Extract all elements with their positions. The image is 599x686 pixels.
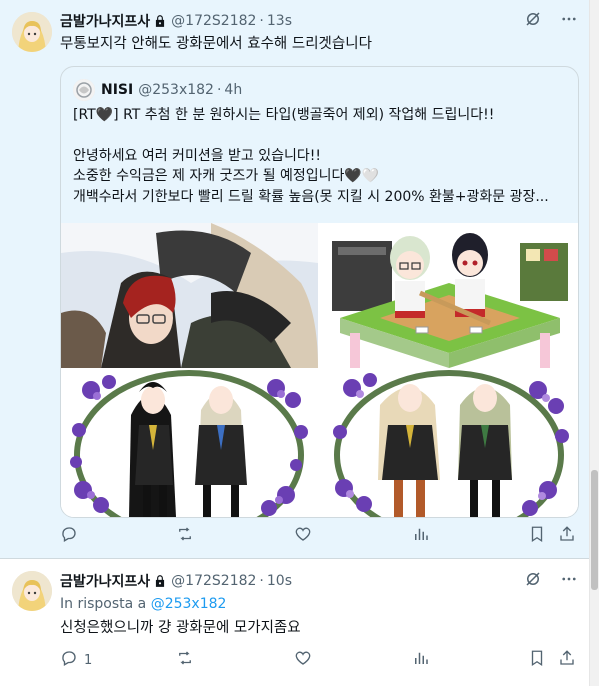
reply-button[interactable] bbox=[60, 525, 84, 547]
display-name[interactable]: 금발가나지프사 bbox=[60, 571, 150, 591]
like-button[interactable] bbox=[294, 649, 312, 671]
quote-line: 소중한 수익금은 제 자캐 굿즈가 될 예정입니다🖤🤍 bbox=[73, 168, 380, 184]
user-handle[interactable]: @172S2182 bbox=[171, 13, 256, 29]
share-icon bbox=[558, 525, 576, 547]
lock-icon bbox=[153, 14, 167, 28]
grok-icon[interactable] bbox=[524, 10, 542, 32]
quote-line: [RT🖤] RT 추첨 한 분 원하시는 타입(뱅골죽어 제외) 작업해 드립니… bbox=[73, 107, 495, 123]
user-avatar[interactable] bbox=[12, 571, 52, 611]
repost-icon bbox=[176, 649, 194, 671]
quote-avatar bbox=[73, 79, 95, 101]
quote-timestamp: 4h bbox=[224, 82, 243, 98]
share-button[interactable] bbox=[558, 649, 576, 671]
scrollbar[interactable] bbox=[589, 0, 599, 686]
like-icon bbox=[294, 525, 312, 547]
like-button[interactable] bbox=[294, 525, 312, 547]
views-icon bbox=[412, 525, 430, 547]
share-icon bbox=[558, 649, 576, 671]
views-button[interactable] bbox=[412, 649, 430, 671]
timestamp[interactable]: 10s bbox=[267, 573, 292, 589]
scrollbar-thumb[interactable] bbox=[591, 470, 598, 590]
repost-button[interactable] bbox=[176, 525, 194, 547]
quote-line: 개백수라서 기한보다 빨리 드릴 확률 높음(못 지킬 시 200% 환불+광화… bbox=[73, 188, 549, 205]
user-handle[interactable]: @172S2182 bbox=[171, 573, 256, 589]
views-button[interactable] bbox=[412, 525, 430, 547]
tweet-header: 금발가나지프사 @172S2182 · 10s bbox=[60, 570, 578, 592]
reply-prefix: In risposta a bbox=[60, 596, 147, 612]
reply-button[interactable]: 1 bbox=[60, 649, 92, 671]
quote-line: 안녕하세요 여러 커미션을 받고 있습니다!! bbox=[73, 147, 321, 164]
bookmark-icon bbox=[528, 649, 546, 671]
tweet-selected[interactable]: 금발가나지프사 @172S2182 · 13s 무통보지각 안해도 광화문에서 … bbox=[0, 0, 590, 559]
tweet-actions bbox=[60, 525, 580, 547]
bookmark-icon bbox=[528, 525, 546, 547]
views-icon bbox=[412, 649, 430, 671]
media-image[interactable] bbox=[61, 223, 318, 368]
media-image[interactable] bbox=[320, 370, 578, 517]
quote-text: [RT🖤] RT 추첨 한 분 원하시는 타입(뱅골죽어 제외) 작업해 드립니… bbox=[73, 105, 566, 207]
separator-dot: · bbox=[259, 13, 264, 29]
quoted-tweet[interactable]: NISI @253x182 · 4h [RT🖤] RT 추첨 한 분 원하시는 … bbox=[60, 66, 579, 518]
bookmark-button[interactable] bbox=[528, 649, 546, 671]
separator-dot: · bbox=[216, 82, 222, 98]
tweet-text: 신청은했으니까 걍 광화문에 모가지좀요 bbox=[60, 620, 301, 636]
separator-dot: · bbox=[259, 573, 264, 589]
media-image[interactable] bbox=[61, 370, 318, 517]
quote-handle: @253x182 bbox=[138, 82, 214, 98]
grok-icon[interactable] bbox=[524, 570, 542, 592]
bookmark-button[interactable] bbox=[528, 525, 546, 547]
share-button[interactable] bbox=[558, 525, 576, 547]
reply-icon bbox=[60, 649, 78, 671]
media-image[interactable] bbox=[320, 223, 578, 368]
user-avatar[interactable] bbox=[12, 12, 52, 52]
tweet-text: 무통보지각 안해도 광화문에서 효수해 드리겟습니다 bbox=[60, 36, 372, 52]
reply-icon bbox=[60, 525, 78, 547]
repost-icon bbox=[176, 525, 194, 547]
reply-to-link[interactable]: @253x182 bbox=[151, 596, 227, 612]
more-icon[interactable] bbox=[560, 570, 578, 592]
more-icon[interactable] bbox=[560, 10, 578, 32]
display-name[interactable]: 금발가나지프사 bbox=[60, 11, 150, 31]
media-grid bbox=[61, 223, 578, 517]
quote-header: NISI @253x182 · 4h bbox=[73, 79, 242, 101]
tweet-header: 금발가나지프사 @172S2182 · 13s bbox=[60, 10, 578, 32]
tweet-actions: 1 bbox=[60, 649, 580, 671]
repost-button[interactable] bbox=[176, 649, 194, 671]
like-icon bbox=[294, 649, 312, 671]
quote-display-name: NISI bbox=[101, 82, 134, 98]
reply-count: 1 bbox=[84, 652, 93, 668]
lock-icon bbox=[153, 574, 167, 588]
timestamp[interactable]: 13s bbox=[267, 13, 292, 29]
reply-context: In risposta a @253x182 bbox=[60, 594, 576, 614]
reply-tweet[interactable]: 금발가나지프사 @172S2182 · 10s In risposta a @2… bbox=[0, 559, 590, 686]
